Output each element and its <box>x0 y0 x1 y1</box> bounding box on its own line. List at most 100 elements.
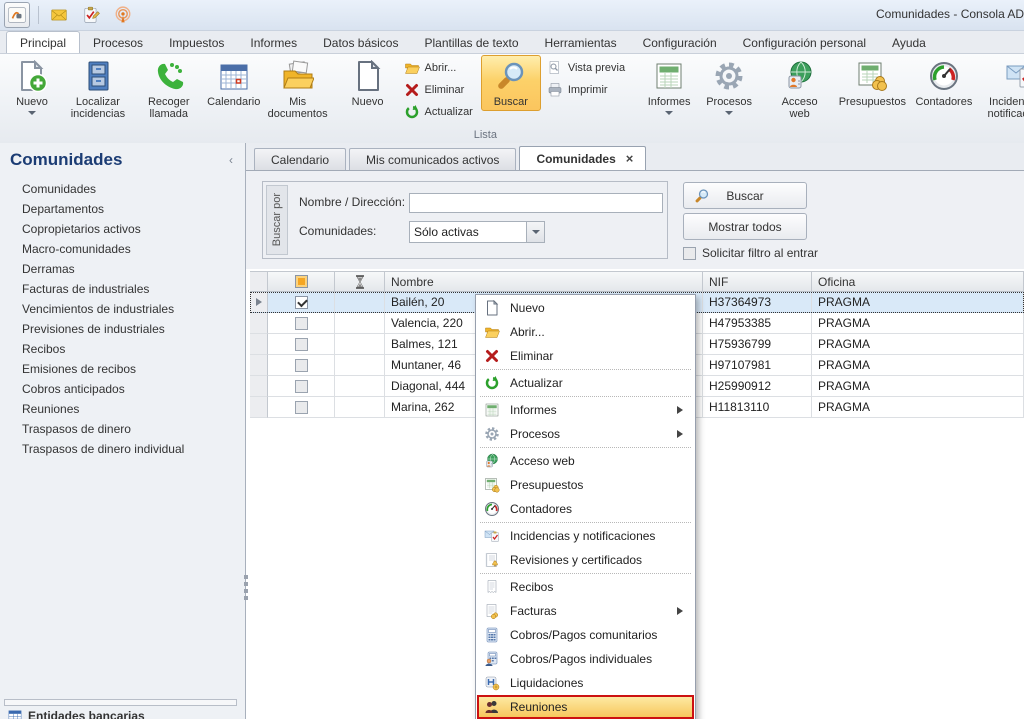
doc-tab-comunidades[interactable]: Comunidades× <box>519 146 646 170</box>
context-menu-item-informes[interactable]: Informes <box>477 398 694 422</box>
row-hourglass-cell <box>335 292 385 313</box>
row-checkbox[interactable] <box>295 338 308 351</box>
row-checkbox[interactable] <box>295 359 308 372</box>
context-menu-item-contadores[interactable]: Contadores <box>477 497 694 521</box>
sidebar-item-reuniones[interactable]: Reuniones <box>0 399 245 419</box>
sidebar-item-comunidades[interactable]: Comunidades <box>0 179 245 199</box>
request-filter-checkbox[interactable] <box>683 247 696 260</box>
context-menu-item-revisiones-y-certificados[interactable]: Revisiones y certificados <box>477 548 694 572</box>
ribbon-tab-impuestos[interactable]: Impuestos <box>156 32 237 53</box>
table-header-checkbox-cell[interactable] <box>268 271 335 292</box>
row-checkbox-cell[interactable] <box>268 376 335 397</box>
doc-tab-calendario[interactable]: Calendario <box>254 148 346 170</box>
sidebar-item-departamentos[interactable]: Departamentos <box>0 199 245 219</box>
row-checkbox[interactable] <box>295 401 308 414</box>
row-checkbox-cell[interactable] <box>268 292 335 313</box>
context-menu-item-facturas[interactable]: Facturas <box>477 599 694 623</box>
table-header-hourglass-cell[interactable] <box>335 271 385 292</box>
ribbon-button-procesos[interactable]: Procesos <box>699 55 759 122</box>
context-menu-item-liquidaciones[interactable]: Liquidaciones <box>477 671 694 695</box>
ribbon-tab-configuraci-n[interactable]: Configuración <box>630 32 730 53</box>
name-address-input[interactable] <box>409 193 663 213</box>
liquid-icon <box>484 675 500 691</box>
ribbon-button-acceso-web[interactable]: Acceso web <box>765 55 834 123</box>
column-header-oficina[interactable]: Oficina <box>812 271 1024 292</box>
column-header-nif[interactable]: NIF <box>703 271 812 292</box>
row-checkbox[interactable] <box>295 317 308 330</box>
ribbon-button-mis-documentos[interactable]: Mis documentos <box>264 55 332 123</box>
gear-icon <box>484 426 500 442</box>
ribbon-button-vista-previa[interactable]: Vista previa <box>543 58 631 77</box>
chevron-down-icon[interactable] <box>526 222 544 242</box>
qat-clipboard-button[interactable] <box>79 3 103 27</box>
row-checkbox-cell[interactable] <box>268 334 335 355</box>
ribbon-button-presupuestos[interactable]: Presupuestos <box>834 55 910 111</box>
ribbon-group-lista: NuevoAbrir... Eliminar ActualizarBuscarVis… <box>336 54 636 144</box>
ribbon-tab-procesos[interactable]: Procesos <box>80 32 156 53</box>
ribbon-button-buscar[interactable]: Buscar <box>481 55 541 111</box>
sidebar-item-copropietarios-activos[interactable]: Copropietarios activos <box>0 219 245 239</box>
ribbon-tab-ayuda[interactable]: Ayuda <box>879 32 939 53</box>
search-button[interactable]: Buscar <box>683 182 807 209</box>
context-menu-item-procesos[interactable]: Procesos <box>477 422 694 446</box>
row-checkbox-cell[interactable] <box>268 355 335 376</box>
ribbon-button-contadores[interactable]: Contadores <box>911 55 978 111</box>
folder-docs-icon <box>282 60 314 92</box>
context-menu-item-reuniones[interactable]: Reuniones <box>477 695 694 719</box>
row-checkbox[interactable] <box>295 380 308 393</box>
sidebar: Comunidades ‹ ComunidadesDepartamentosCo… <box>0 143 246 719</box>
ribbon-button-nuevo[interactable]: Nuevo <box>2 55 62 122</box>
show-all-button[interactable]: Mostrar todos <box>683 213 807 240</box>
row-checkbox[interactable] <box>295 296 308 309</box>
ribbon-tab-informes[interactable]: Informes <box>237 32 310 53</box>
context-menu-item-acceso-web[interactable]: Acceso web <box>477 449 694 473</box>
ribbon-button-incidencias-y-notificaciones[interactable]: Incidencias y notificaciones <box>983 55 1024 123</box>
ribbon-button-imprimir[interactable]: Imprimir <box>543 80 631 99</box>
row-checkbox-cell[interactable] <box>268 397 335 418</box>
sidebar-item-recibos[interactable]: Recibos <box>0 339 245 359</box>
sidebar-item-macro-comunidades[interactable]: Macro-comunidades <box>0 239 245 259</box>
sidebar-item-facturas-de-industriales[interactable]: Facturas de industriales <box>0 279 245 299</box>
sidebar-item-derramas[interactable]: Derramas <box>0 259 245 279</box>
ribbon-button-eliminar[interactable]: Eliminar <box>400 80 479 99</box>
context-menu-item-incidencias-y-notificaciones[interactable]: Incidencias y notificaciones <box>477 524 694 548</box>
sidebar-footer-item[interactable]: Entidades bancarias <box>8 709 145 719</box>
sidebar-item-traspasos-de-dinero-individual[interactable]: Traspasos de dinero individual <box>0 439 245 459</box>
column-header-nombre[interactable]: Nombre <box>385 271 703 292</box>
qat-radio-button[interactable] <box>111 3 135 27</box>
communities-select[interactable]: Sólo activas <box>409 221 545 243</box>
context-menu-item-cobros-pagos-comunitarios[interactable]: Cobros/Pagos comunitarios <box>477 623 694 647</box>
ribbon-button-nuevo[interactable]: Nuevo <box>338 55 398 111</box>
context-menu-item-nuevo[interactable]: Nuevo <box>477 296 694 320</box>
row-checkbox-cell[interactable] <box>268 313 335 334</box>
select-all-checkbox[interactable] <box>295 275 308 288</box>
sidebar-item-previsiones-de-industriales[interactable]: Previsiones de industriales <box>0 319 245 339</box>
ribbon-tab-plantillas-de-texto[interactable]: Plantillas de texto <box>411 32 531 53</box>
qat-app-button[interactable] <box>4 2 30 28</box>
ribbon-button-recoger-llamada[interactable]: Recoger llamada <box>134 55 204 123</box>
ribbon-tab-configuraci-n-personal[interactable]: Configuración personal <box>730 32 879 53</box>
ribbon-tab-herramientas[interactable]: Herramientas <box>532 32 630 53</box>
ribbon-button-informes[interactable]: Informes <box>639 55 699 122</box>
context-menu-item-abrir-[interactable]: Abrir... <box>477 320 694 344</box>
context-menu-item-presupuestos[interactable]: Presupuestos <box>477 473 694 497</box>
ribbon-tab-principal[interactable]: Principal <box>6 31 80 53</box>
sidebar-item-emisiones-de-recibos[interactable]: Emisiones de recibos <box>0 359 245 379</box>
doc-tab-mis-comunicados-activos[interactable]: Mis comunicados activos <box>349 148 516 170</box>
context-menu-item-recibos[interactable]: Recibos <box>477 575 694 599</box>
context-menu-item-actualizar[interactable]: Actualizar <box>477 371 694 395</box>
sidebar-collapse-icon[interactable]: ‹ <box>229 153 233 167</box>
sidebar-item-cobros-anticipados[interactable]: Cobros anticipados <box>0 379 245 399</box>
context-menu-item-eliminar[interactable]: Eliminar <box>477 344 694 368</box>
ribbon-tab-datos-b-sicos[interactable]: Datos básicos <box>310 32 411 53</box>
close-icon[interactable]: × <box>626 154 634 164</box>
ribbon-button-localizar-incidencias[interactable]: Localizar incidencias <box>62 55 134 123</box>
sidebar-splitter[interactable] <box>244 575 248 600</box>
sidebar-item-traspasos-de-dinero[interactable]: Traspasos de dinero <box>0 419 245 439</box>
context-menu-item-cobros-pagos-individuales[interactable]: Cobros/Pagos individuales <box>477 647 694 671</box>
ribbon-button-calendario[interactable]: Calendario <box>204 55 264 111</box>
ribbon-button-abrir-[interactable]: Abrir... <box>400 58 479 77</box>
qat-mail-button[interactable] <box>47 3 71 27</box>
ribbon-button-actualizar[interactable]: Actualizar <box>400 102 479 121</box>
sidebar-item-vencimientos-de-industriales[interactable]: Vencimientos de industriales <box>0 299 245 319</box>
